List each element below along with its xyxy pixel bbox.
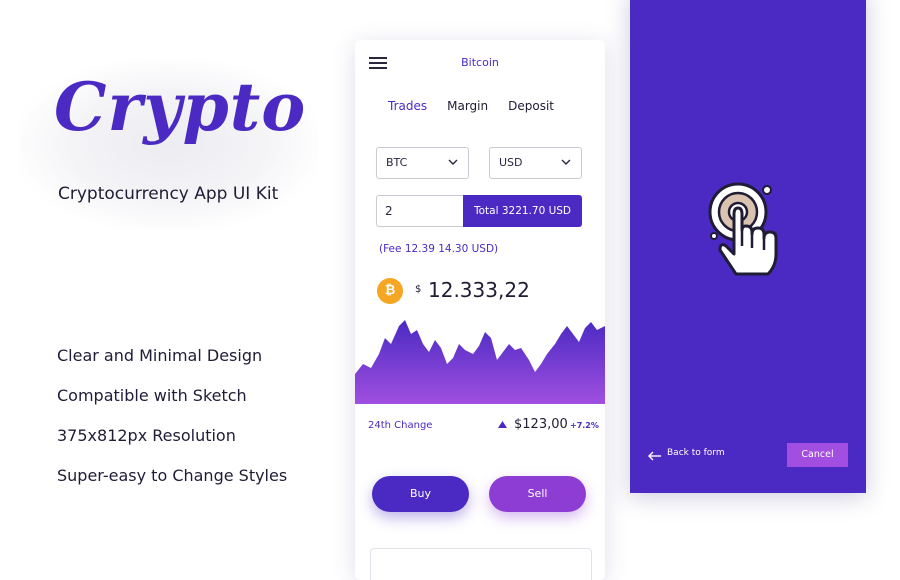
feature-item: Compatible with Sketch [57, 386, 247, 405]
chevron-down-icon [448, 159, 458, 165]
fingerprint-touch-icon [708, 182, 778, 276]
touch-screen: Back to form Cancel [630, 0, 866, 493]
feature-item: Clear and Minimal Design [57, 346, 263, 365]
cancel-button[interactable]: Cancel [787, 443, 848, 467]
feature-item: 375x812px Resolution [57, 426, 236, 445]
tab-trades[interactable]: Trades [388, 99, 427, 113]
total-display: Total 3221.70 USD [463, 195, 582, 227]
amount-row: 2 Total 3221.70 USD [376, 195, 582, 227]
screen-title: Bitcoin [461, 56, 499, 69]
price-chart-area [355, 320, 605, 404]
to-currency-select[interactable]: USD [489, 147, 582, 179]
change-row: 24th Change $123,00 +7.2% [355, 404, 605, 446]
sell-button[interactable]: Sell [489, 476, 586, 512]
triangle-up-icon [498, 421, 507, 428]
tab-bar: Trades Margin Deposit [388, 99, 574, 113]
arrow-left-icon[interactable] [648, 451, 662, 461]
brand-subtitle: Cryptocurrency App UI Kit [58, 184, 279, 204]
from-currency-select[interactable]: BTC [376, 147, 469, 179]
feature-item: Super-easy to Change Styles [57, 466, 288, 485]
fee-text: (Fee 12.39 14.30 USD) [379, 243, 499, 255]
currency-sign: $ [415, 284, 422, 295]
tab-margin[interactable]: Margin [447, 99, 488, 113]
amount-input[interactable]: 2 [376, 195, 464, 227]
next-card [370, 548, 592, 580]
change-value: $123,00 [514, 417, 568, 432]
price-chart [355, 320, 605, 404]
to-currency-value: USD [499, 156, 523, 169]
change-label: 24th Change [368, 420, 433, 431]
bitcoin-icon: ₿ [377, 278, 403, 304]
feature-list: Clear and Minimal Design Compatible with… [57, 344, 287, 504]
tab-deposit[interactable]: Deposit [508, 99, 554, 113]
from-currency-value: BTC [386, 156, 408, 169]
buy-button[interactable]: Buy [372, 476, 469, 512]
price-value: 12.333,22 [428, 278, 530, 302]
exchange-screen: Bitcoin Trades Margin Deposit BTC USD 2 … [355, 40, 605, 580]
chevron-down-icon [561, 159, 571, 165]
brand-title: Crypto [54, 68, 307, 146]
change-percent: +7.2% [570, 421, 599, 430]
back-to-form-link[interactable]: Back to form [667, 448, 725, 458]
